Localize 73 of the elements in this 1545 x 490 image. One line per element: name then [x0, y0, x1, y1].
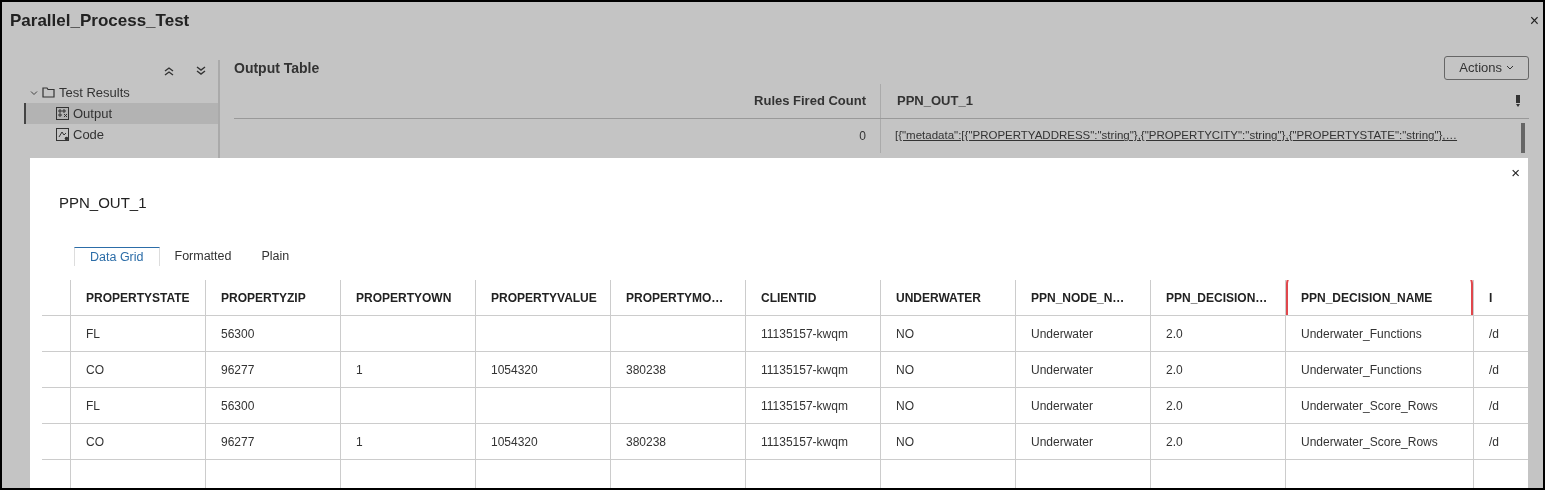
tree-item[interactable]: Output: [24, 103, 218, 124]
tree-item[interactable]: Test Results: [24, 82, 218, 103]
table-cell: Underwater_Functions: [1285, 316, 1473, 352]
table-cell: 1: [340, 352, 475, 388]
table-cell: 2.0: [1150, 352, 1285, 388]
table-cell: 380238: [610, 424, 745, 460]
table-cell: 11135157-kwqm: [745, 424, 880, 460]
tab[interactable]: Data Grid: [74, 246, 160, 267]
table-cell: CO: [70, 352, 205, 388]
table-cell: 56300: [205, 316, 340, 352]
column-header: PROPERTYZIP: [205, 280, 340, 316]
close-button[interactable]: ×: [1511, 162, 1520, 182]
table-cell: Underwater_Score_Rows: [1285, 424, 1473, 460]
collapse-all-icon[interactable]: [164, 66, 174, 76]
code-icon: [56, 128, 69, 141]
table-cell: 11135157-kwqm: [745, 352, 880, 388]
column-header: Rules Fired Count: [234, 84, 881, 118]
table-cell: Underwater: [1015, 316, 1150, 352]
column-menu-icon[interactable]: [1515, 95, 1521, 107]
table-cell: NO: [880, 316, 1015, 352]
caret-icon: [1506, 65, 1514, 71]
table-cell: 1054320: [475, 424, 610, 460]
table-cell: /d: [1473, 352, 1503, 388]
table-cell: NO: [880, 424, 1015, 460]
table-cell: /d: [1473, 424, 1503, 460]
table-cell: /d: [1473, 388, 1503, 424]
folder-icon: [42, 87, 55, 98]
window-title: Parallel_Process_Test: [10, 10, 190, 33]
table-cell: 96277: [205, 424, 340, 460]
table-cell: Underwater_Score_Rows: [1285, 388, 1473, 424]
dialog-title: PPN_OUT_1: [59, 193, 147, 213]
table-cell: 380238: [610, 352, 745, 388]
column-header: PROPERTYOWN: [340, 280, 475, 316]
column-header: PROPERTYSTATE: [70, 280, 205, 316]
close-button[interactable]: ×: [1529, 9, 1539, 33]
column-header: UNDERWATER: [880, 280, 1015, 316]
table-cell: NO: [880, 352, 1015, 388]
expand-all-icon[interactable]: [196, 66, 206, 76]
table-cell: Underwater: [1015, 424, 1150, 460]
column-header: CLIENTID: [745, 280, 880, 316]
table-cell: Underwater: [1015, 352, 1150, 388]
table-cell: 2.0: [1150, 424, 1285, 460]
table-cell: 2.0: [1150, 316, 1285, 352]
table-cell: /d: [1473, 316, 1503, 352]
table-cell: 11135157-kwqm: [745, 388, 880, 424]
column-header: PPN_NODE_N…: [1015, 280, 1150, 316]
json-link[interactable]: [{"metadata":[{"PROPERTYADDRESS":"string"},{"PROPERTYCITY":"string"},{"PROPERTYSTATE":"string"},…: [881, 119, 1521, 153]
scrollbar-thumb[interactable]: [1521, 123, 1525, 153]
table-cell: FL: [70, 316, 205, 352]
table-cell: FL: [70, 388, 205, 424]
table-cell: 1: [340, 424, 475, 460]
table-cell: 96277: [205, 352, 340, 388]
table-cell: Underwater_Functions: [1285, 352, 1473, 388]
column-header: PPN_OUT_1: [896, 92, 974, 111]
table-cell: CO: [70, 424, 205, 460]
tab[interactable]: Formatted: [159, 246, 247, 267]
grid-icon: [56, 107, 69, 120]
table-cell: NO: [880, 388, 1015, 424]
section-title: Output Table: [234, 58, 320, 78]
table-cell: Underwater: [1015, 388, 1150, 424]
tree-item[interactable]: Code: [24, 124, 218, 145]
table-cell: 11135157-kwqm: [745, 316, 880, 352]
tab[interactable]: Plain: [246, 246, 305, 267]
column-header: PPN_DECISION…: [1150, 280, 1285, 316]
table-cell: 0: [234, 119, 881, 153]
actions-button[interactable]: Actions: [1444, 56, 1529, 80]
column-header: I: [1473, 280, 1503, 316]
table-cell: 2.0: [1150, 388, 1285, 424]
column-header: PPN_DECISION_NAME: [1285, 280, 1473, 316]
table-cell: 56300: [205, 388, 340, 424]
column-header: PROPERTYVALUE: [475, 280, 610, 316]
table-cell: 1054320: [475, 352, 610, 388]
column-header: PROPERTYMO…: [610, 280, 745, 316]
